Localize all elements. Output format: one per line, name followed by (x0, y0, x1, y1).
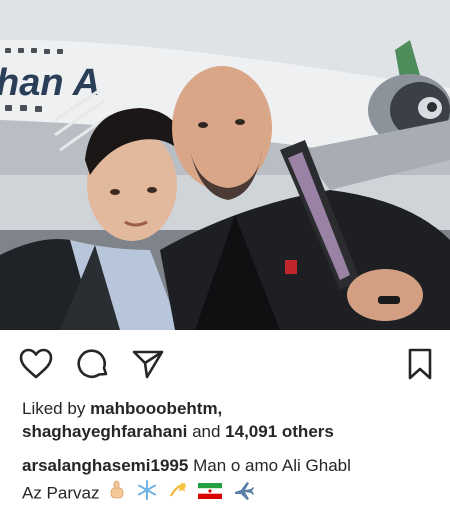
likes-count[interactable]: 14,091 others (225, 422, 334, 441)
comment-icon[interactable] (75, 346, 111, 382)
photo-illustration: han A (0, 0, 450, 330)
post-caption: arsalanghasemi1995 Man o amo Ali Ghabl A… (22, 453, 442, 509)
caption-username[interactable]: arsalanghasemi1995 (22, 456, 188, 475)
heart-icon[interactable] (18, 346, 54, 382)
liker-username-1[interactable]: mahbooobehtm, (90, 399, 222, 418)
snowflake-emoji (137, 480, 157, 508)
likes-summary: Liked by mahbooobehtm, shaghayeghfarahan… (22, 397, 442, 443)
bookmark-icon[interactable] (402, 346, 438, 382)
airplane-emoji (233, 479, 255, 509)
liker-username-2[interactable]: shaghayeghfarahani (22, 422, 187, 441)
caption-text-line2: Az Parvaz (22, 483, 100, 503)
caption-emojis (108, 479, 261, 509)
dizzy-emoji (168, 480, 188, 508)
caption-text-line1: Man o amo Ali Ghabl (193, 456, 351, 475)
point-up-emoji (108, 480, 126, 508)
iran-flag-emoji (198, 481, 223, 507)
plane-lettering: han A (0, 62, 100, 104)
paper-plane-icon[interactable] (130, 346, 166, 382)
post-action-bar (0, 340, 450, 390)
post-photo[interactable]: han A (0, 0, 450, 330)
likes-connector: and (192, 422, 221, 441)
likes-prefix: Liked by (22, 399, 86, 418)
